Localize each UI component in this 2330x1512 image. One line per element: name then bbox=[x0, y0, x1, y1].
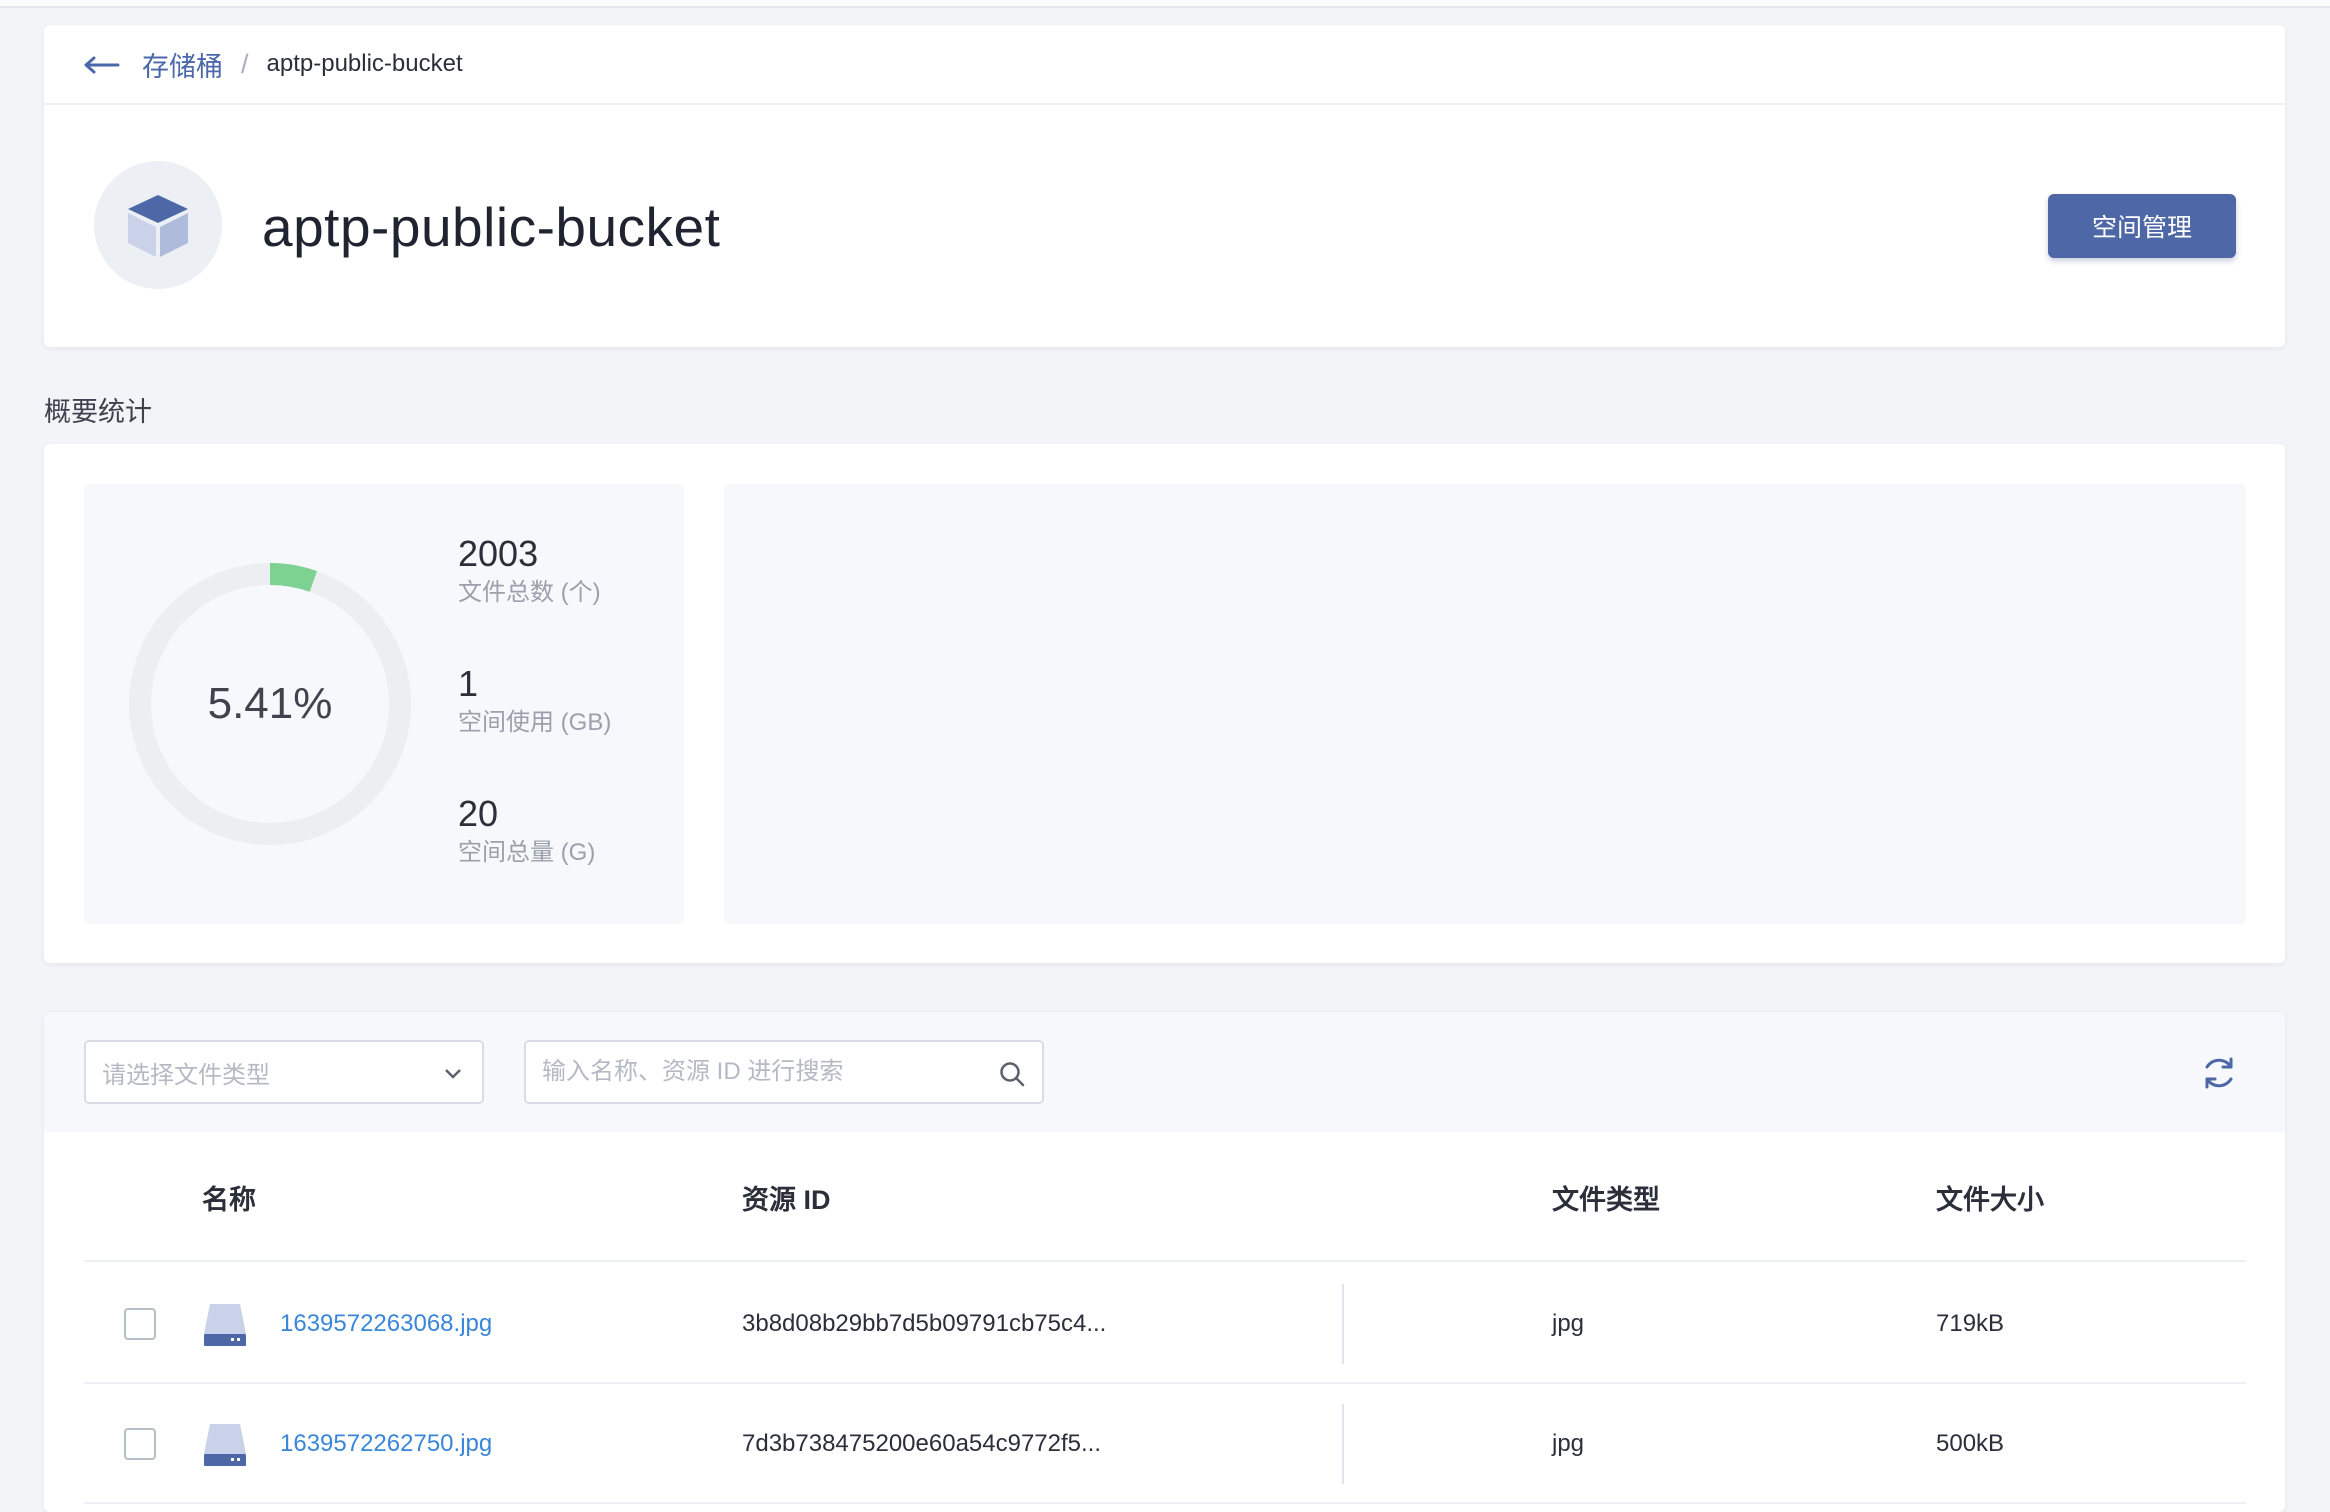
summary-section-title: 概要统计 bbox=[44, 397, 152, 427]
table-header: 名称 资源 ID 文件类型 文件大小 bbox=[84, 1132, 2246, 1262]
file-type: jpg bbox=[1552, 1310, 1585, 1337]
refresh-icon[interactable] bbox=[2200, 1054, 2238, 1092]
stat-label: 空间使用 (GB) bbox=[458, 709, 612, 736]
resource-id: 7d3b738475200e60a54c9772f5... bbox=[742, 1430, 1102, 1457]
column-header-name[interactable]: 名称 bbox=[202, 1132, 256, 1262]
breadcrumb-parent-link[interactable]: 存储桶 bbox=[142, 45, 223, 84]
page-title: aptp-public-bucket bbox=[262, 196, 721, 258]
file-name-link[interactable]: 1639572262750.jpg bbox=[280, 1384, 492, 1504]
bucket-header-card: 存储桶 / aptp-public-bucket aptp-public-buc… bbox=[44, 25, 2285, 347]
column-header-file-type[interactable]: 文件类型 bbox=[1552, 1132, 1660, 1262]
table-row[interactable]: 1639572262750.jpg 7d3b738475200e60a54c97… bbox=[84, 1384, 2246, 1504]
file-size: 719kB bbox=[1936, 1310, 2005, 1337]
file-type: jpg bbox=[1552, 1430, 1585, 1457]
column-divider bbox=[1342, 1284, 1344, 1364]
stat-value: 1 bbox=[458, 663, 479, 704]
usage-panel: 5.41% 2003 文件总数 (个) 1 空间使用 (GB) 20 空间总量 … bbox=[84, 484, 684, 924]
column-header-file-size[interactable]: 文件大小 bbox=[1936, 1132, 2044, 1262]
file-drive-icon bbox=[204, 1304, 246, 1346]
stat-value: 20 bbox=[458, 793, 499, 834]
arrow-left-icon[interactable] bbox=[84, 47, 120, 81]
breadcrumb-current: aptp-public-bucket bbox=[266, 50, 463, 77]
row-checkbox[interactable] bbox=[124, 1428, 156, 1460]
space-management-button[interactable]: 空间管理 bbox=[2048, 194, 2236, 258]
breadcrumb-separator: / bbox=[241, 48, 249, 79]
search-field[interactable] bbox=[524, 1040, 1044, 1104]
resource-id: 3b8d08b29bb7d5b09791cb75c4... bbox=[742, 1310, 1107, 1337]
row-checkbox[interactable] bbox=[124, 1308, 156, 1340]
file-list-card: 请选择文件类型 名称 资源 ID 文件类型 文件大小 1639572263068… bbox=[44, 1012, 2285, 1512]
stat-label: 文件总数 (个) bbox=[458, 579, 601, 606]
breadcrumb: 存储桶 / aptp-public-bucket bbox=[44, 25, 2285, 105]
trend-chart-area bbox=[724, 484, 2246, 924]
file-type-select-placeholder: 请选择文件类型 bbox=[102, 1061, 270, 1089]
summary-stats-card: 5.41% 2003 文件总数 (个) 1 空间使用 (GB) 20 空间总量 … bbox=[44, 444, 2285, 963]
stat-space-total: 20 空间总量 (G) bbox=[458, 792, 595, 870]
chevron-down-icon bbox=[445, 1069, 461, 1079]
usage-percent: 5.41% bbox=[207, 679, 333, 728]
search-icon[interactable] bbox=[998, 1060, 1026, 1088]
stat-label: 空间总量 (G) bbox=[458, 839, 596, 866]
column-divider bbox=[1342, 1404, 1344, 1484]
file-name-link[interactable]: 1639572263068.jpg bbox=[280, 1264, 492, 1384]
stat-file-count: 2003 文件总数 (个) bbox=[458, 532, 601, 610]
bucket-avatar bbox=[94, 161, 222, 289]
top-border bbox=[0, 0, 2330, 8]
file-toolbar: 请选择文件类型 bbox=[44, 1012, 2285, 1132]
column-header-resource-id[interactable]: 资源 ID bbox=[742, 1132, 831, 1262]
cube-icon bbox=[128, 195, 188, 257]
file-drive-icon bbox=[204, 1424, 246, 1466]
search-input[interactable] bbox=[542, 1058, 982, 1086]
stat-space-used: 1 空间使用 (GB) bbox=[458, 662, 611, 740]
stat-value: 2003 bbox=[458, 533, 539, 574]
table-row[interactable]: 1639572263068.jpg 3b8d08b29bb7d5b09791cb… bbox=[84, 1264, 2246, 1384]
file-type-select[interactable]: 请选择文件类型 bbox=[84, 1040, 484, 1104]
file-size: 500kB bbox=[1936, 1430, 2005, 1457]
